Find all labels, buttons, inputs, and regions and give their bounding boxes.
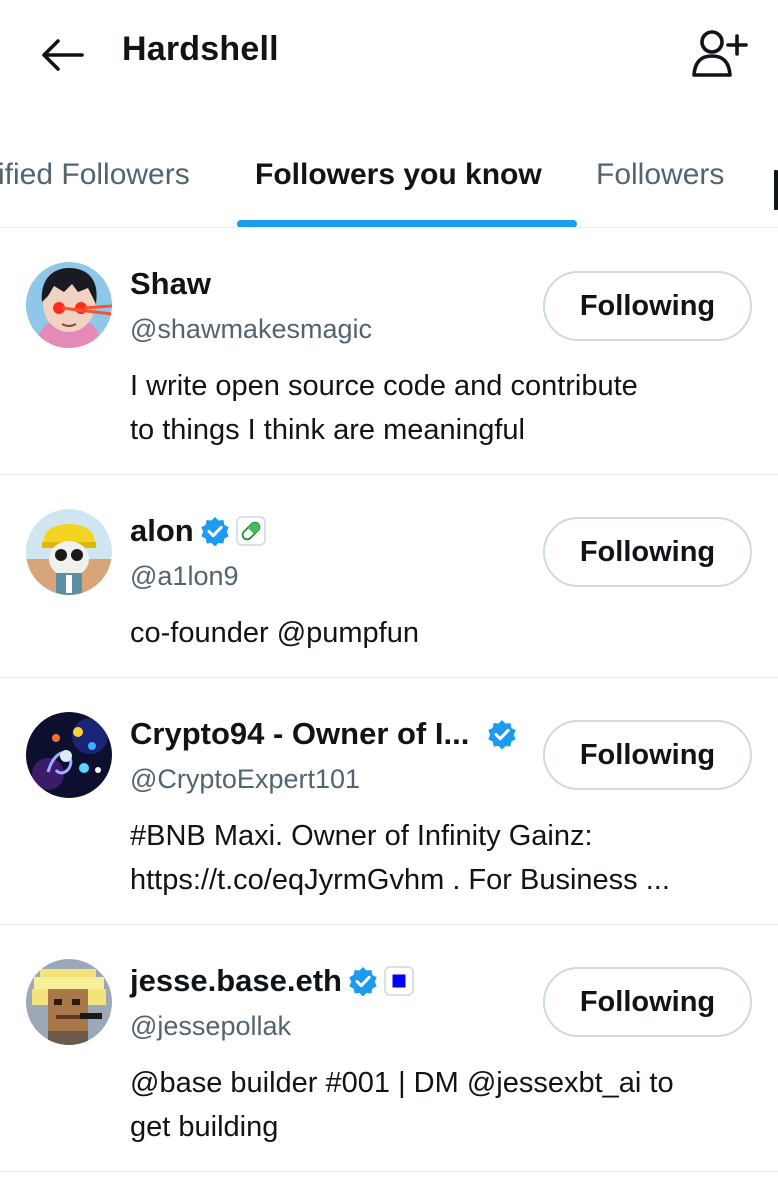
back-button[interactable] [36,32,88,78]
user-bio: co-founder @pumpfun [130,611,755,655]
verified-icon[interactable] [487,719,517,749]
follower-row-jesse[interactable]: jesse.base.eth @jessepollak Following @b… [0,925,778,1172]
bio-line: to things I think are meaningful [130,414,525,446]
tab-verified-followers[interactable]: ified Followers [0,158,190,192]
active-tab-indicator [237,220,577,227]
followers-tabs: ified Followers Followers you know Follo… [0,130,778,228]
bio-line: co-founder @pumpfun [130,617,419,649]
tab-followers-you-know[interactable]: Followers you know [255,158,542,192]
avatar[interactable] [26,712,112,798]
display-name[interactable]: Crypto94 - Owner of I... [130,716,469,752]
tab-followers[interactable]: Followers [596,158,724,192]
name-line: Shaw [130,266,211,302]
bio-line: I write open source code and contribute [130,370,638,402]
user-handle[interactable]: @jessepollak [130,1011,291,1042]
name-line: alon [130,513,266,549]
avatar[interactable] [26,509,112,595]
display-name[interactable]: Shaw [130,266,211,302]
user-handle[interactable]: @CryptoExpert101 [130,764,360,795]
follower-row-crypto94[interactable]: Crypto94 - Owner of I... @CryptoExpert10… [0,678,778,925]
user-bio: I write open source code and contribute … [130,364,755,452]
user-handle[interactable]: @a1lon9 [130,561,239,592]
name-line: jesse.base.eth [130,963,414,999]
avatar-image [26,262,112,348]
follower-row-shaw[interactable]: Shaw @shawmakesmagic Following I write o… [0,228,778,475]
verified-icon[interactable] [348,966,378,996]
tab-next-peek[interactable] [774,170,778,210]
bio-line: #BNB Maxi. Owner of Infinity Gainz: [130,820,593,852]
user-handle[interactable]: @shawmakesmagic [130,314,372,345]
bio-line[interactable]: https://t.co/eqJyrmGvhm . For Business .… [130,858,755,902]
name-line: Crypto94 - Owner of I... [130,716,517,752]
verified-icon[interactable] [200,516,230,546]
avatar[interactable] [26,262,112,348]
bio-line: get building [130,1111,279,1143]
avatar-image [26,959,112,1045]
avatar[interactable] [26,959,112,1045]
top-bar: Hardshell [0,0,778,110]
avatar-image [26,712,112,798]
person-plus-icon [692,30,748,77]
following-button[interactable]: Following [543,720,752,790]
add-user-button[interactable] [690,28,750,80]
arrow-left-icon [42,39,84,71]
display-name[interactable]: jesse.base.eth [130,963,342,999]
user-bio: @base builder #001 | DM @jessexbt_ai to … [130,1061,755,1149]
following-button[interactable]: Following [543,517,752,587]
user-bio: #BNB Maxi. Owner of Infinity Gainz: http… [130,814,755,902]
follower-row-alon[interactable]: alon @a1lon9 Following co-founder @pumpf… [0,475,778,678]
bio-line: @base builder #001 | DM @jessexbt_ai to [130,1067,674,1099]
display-name[interactable]: alon [130,513,194,549]
following-button[interactable]: Following [543,271,752,341]
following-button[interactable]: Following [543,967,752,1037]
page-title: Hardshell [122,30,279,68]
square-affiliate-icon[interactable] [384,966,414,996]
pill-icon[interactable] [235,516,266,546]
avatar-image [26,509,112,595]
